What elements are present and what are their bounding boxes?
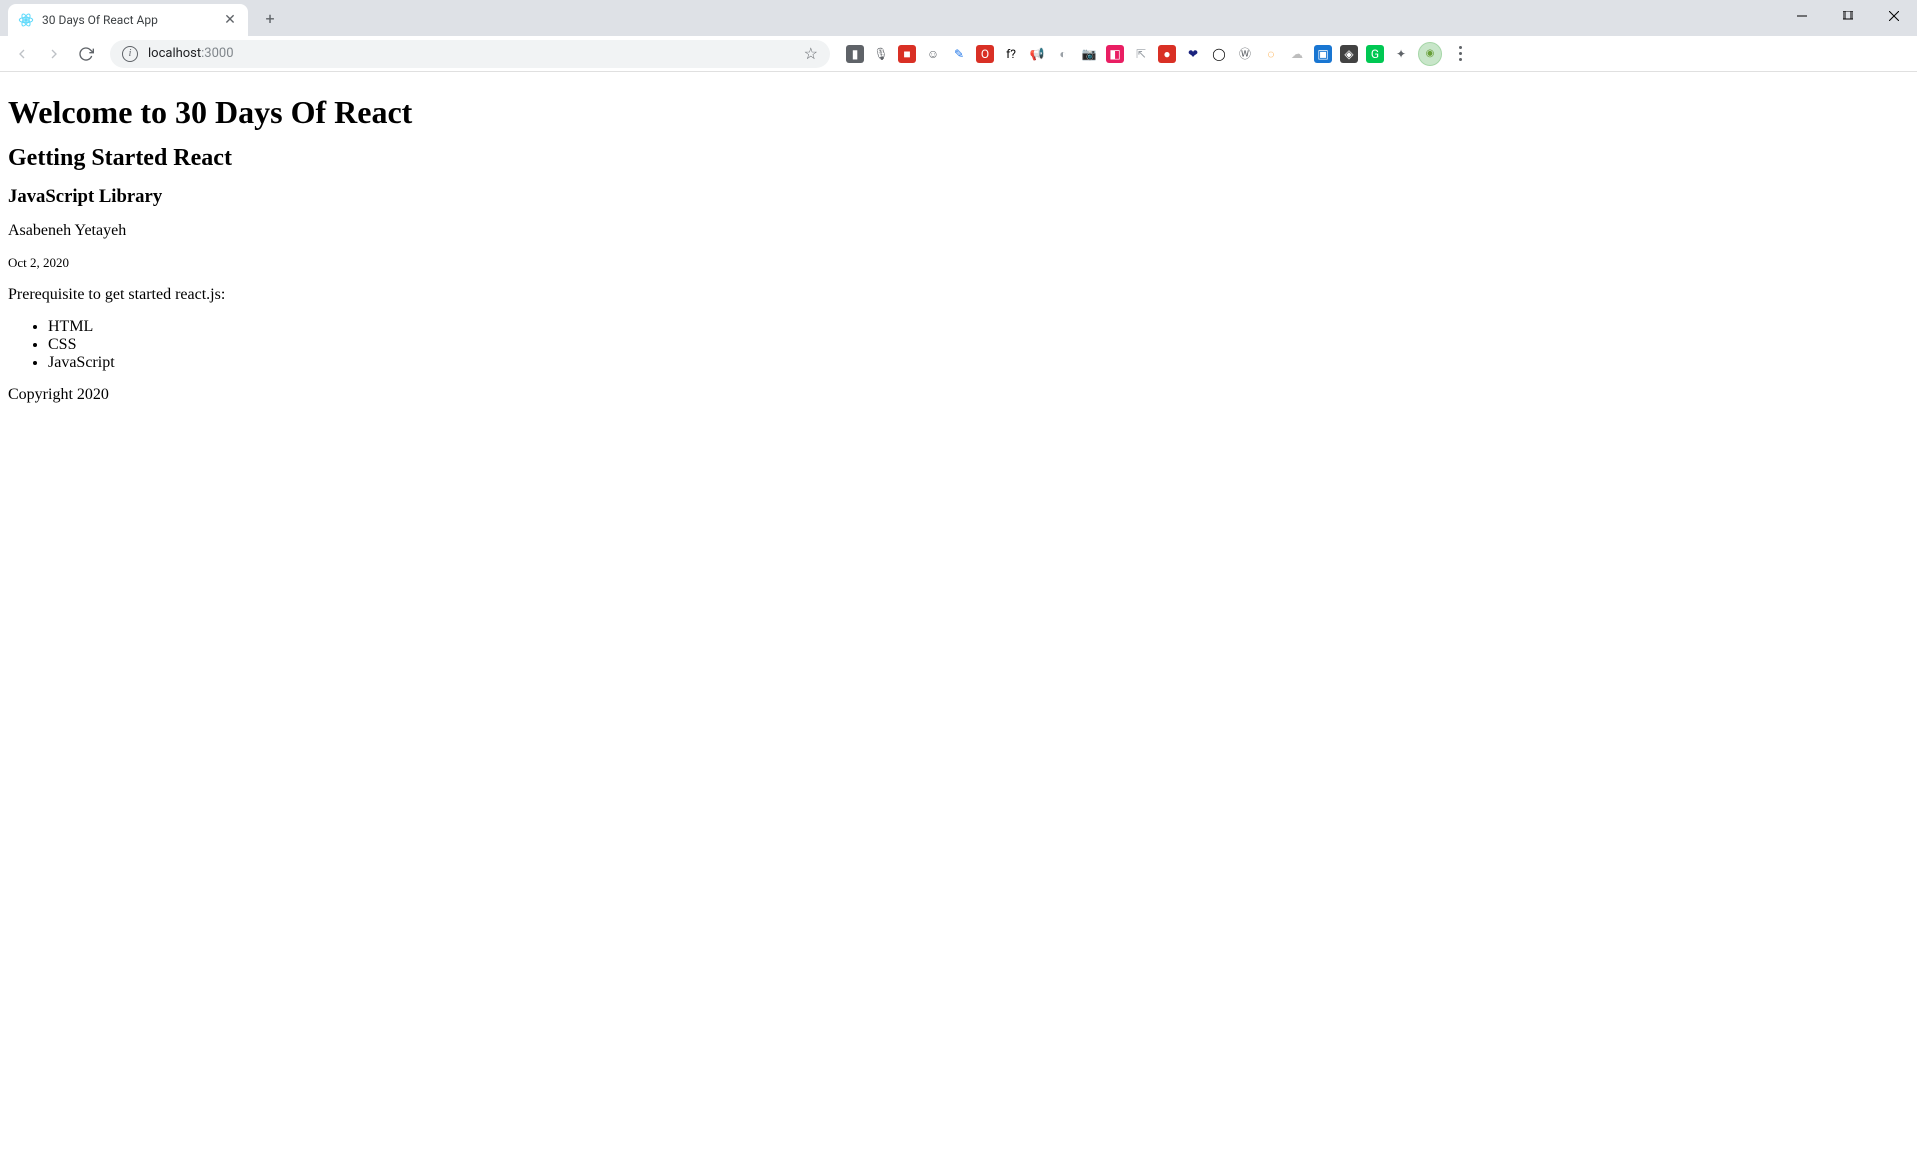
ext-9-icon[interactable]: ◐ bbox=[1054, 45, 1072, 63]
ext-20-icon[interactable]: ◈ bbox=[1340, 45, 1358, 63]
ext-8-icon[interactable]: 📢 bbox=[1028, 45, 1046, 63]
copyright-text: Copyright 2020 bbox=[8, 386, 1909, 404]
reload-button[interactable] bbox=[72, 40, 100, 68]
ext-14-icon[interactable]: ❤ bbox=[1184, 45, 1202, 63]
tab-title: 30 Days Of React App bbox=[42, 13, 214, 27]
ext-7-icon[interactable]: f? bbox=[1002, 45, 1020, 63]
ext-12-icon[interactable]: ⇱ bbox=[1132, 45, 1150, 63]
ext-1-icon[interactable]: ▮ bbox=[846, 45, 864, 63]
address-bar-row: i localhost:3000 ☆ ▮ 🎙 ■ ☺ ✎ Of? 📢 ◐ 📷 ◧ ⇱ ● ❤ ◯ Ⓦ ◌ ☁ ▣ ◈… bbox=[0, 36, 1917, 72]
ext-17-icon[interactable]: ◌ bbox=[1262, 45, 1280, 63]
forward-button[interactable] bbox=[40, 40, 68, 68]
ext-4-icon[interactable]: ☺ bbox=[924, 45, 942, 63]
back-button[interactable] bbox=[8, 40, 36, 68]
extensions-bar: ▮ 🎙 ■ ☺ ✎ Of? 📢 ◐ 📷 ◧ ⇱ ● ❤ ◯ Ⓦ ◌ ☁ ▣ ◈ G ✦ bbox=[846, 45, 1410, 63]
page-heading-2: Getting Started React bbox=[8, 145, 1909, 172]
ext-16-icon[interactable]: Ⓦ bbox=[1236, 45, 1254, 63]
maximize-button[interactable] bbox=[1825, 0, 1871, 32]
ext-11-icon[interactable]: ◧ bbox=[1106, 45, 1124, 63]
react-favicon-icon bbox=[18, 12, 34, 28]
new-tab-button[interactable]: + bbox=[256, 4, 284, 32]
ext-13-icon[interactable]: ● bbox=[1158, 45, 1176, 63]
url-text: localhost:3000 bbox=[148, 46, 794, 61]
list-item: JavaScript bbox=[48, 354, 1909, 372]
close-tab-icon[interactable]: ✕ bbox=[222, 12, 238, 28]
page-content: Welcome to 30 Days Of React Getting Star… bbox=[0, 72, 1917, 426]
window-controls bbox=[1779, 0, 1917, 32]
ext-10-icon[interactable]: 📷 bbox=[1080, 45, 1098, 63]
ext-5-icon[interactable]: ✎ bbox=[950, 45, 968, 63]
page-heading-3: JavaScript Library bbox=[8, 186, 1909, 208]
page-heading-1: Welcome to 30 Days Of React bbox=[8, 94, 1909, 131]
site-info-icon[interactable]: i bbox=[122, 46, 138, 62]
ext-2-icon[interactable]: 🎙 bbox=[872, 45, 890, 63]
browser-tab[interactable]: 30 Days Of React App ✕ bbox=[8, 4, 248, 36]
ext-15-icon[interactable]: ◯ bbox=[1210, 45, 1228, 63]
ext-19-icon[interactable]: ▣ bbox=[1314, 45, 1332, 63]
minimize-button[interactable] bbox=[1779, 0, 1825, 32]
date-text: Oct 2, 2020 bbox=[8, 254, 1909, 272]
tab-bar: 30 Days Of React App ✕ + bbox=[0, 0, 1917, 36]
ext-6-icon[interactable]: O bbox=[976, 45, 994, 63]
prereq-label: Prerequisite to get started react.js: bbox=[8, 286, 1909, 304]
bookmark-star-icon[interactable]: ☆ bbox=[804, 44, 818, 63]
url-host: localhost bbox=[148, 46, 201, 61]
ext-puzzle-icon[interactable]: ✦ bbox=[1392, 45, 1410, 63]
profile-avatar[interactable]: ◉ bbox=[1418, 42, 1442, 66]
address-bar[interactable]: i localhost:3000 ☆ bbox=[110, 40, 830, 68]
prereq-list: HTMLCSSJavaScript bbox=[8, 318, 1909, 372]
ext-21-icon[interactable]: G bbox=[1366, 45, 1384, 63]
list-item: CSS bbox=[48, 336, 1909, 354]
url-port: :3000 bbox=[201, 46, 233, 61]
list-item: HTML bbox=[48, 318, 1909, 336]
close-window-button[interactable] bbox=[1871, 0, 1917, 32]
author-text: Asabeneh Yetayeh bbox=[8, 222, 1909, 240]
browser-menu-button[interactable] bbox=[1446, 40, 1474, 68]
browser-chrome: 30 Days Of React App ✕ + bbox=[0, 0, 1917, 72]
ext-18-icon[interactable]: ☁ bbox=[1288, 45, 1306, 63]
ext-3-icon[interactable]: ■ bbox=[898, 45, 916, 63]
